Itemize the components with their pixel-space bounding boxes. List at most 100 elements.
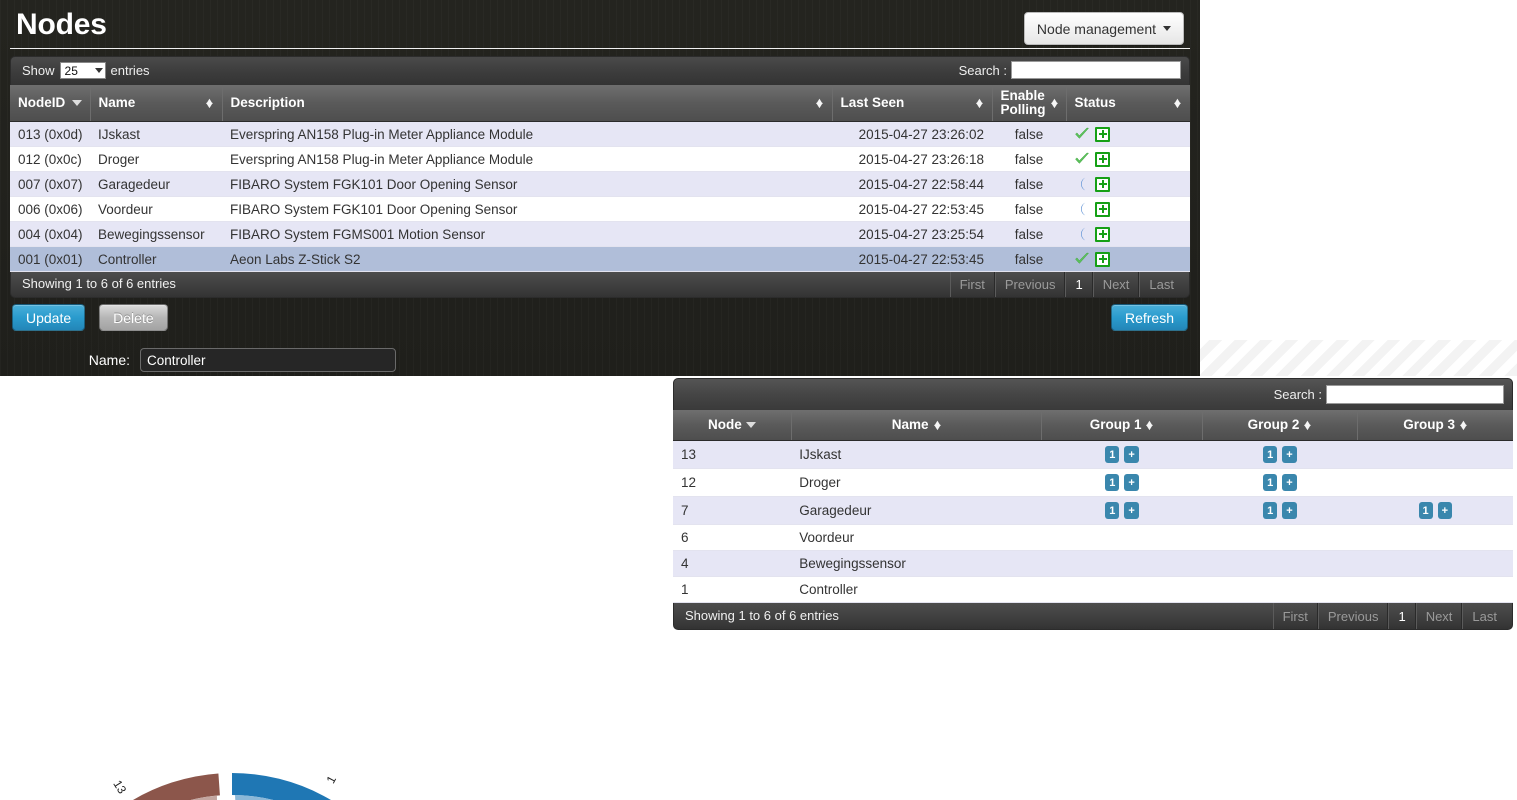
plus-icon[interactable] [1095, 251, 1110, 267]
pagination-1[interactable]: 1 [1388, 603, 1416, 629]
table-row[interactable]: 1 Controller [673, 576, 1513, 603]
association-count-badge[interactable]: 1 [1105, 474, 1120, 491]
sort-desc-icon [71, 100, 82, 106]
table-row[interactable]: 4 Bewegingssensor [673, 550, 1513, 577]
column-label: Name [98, 95, 136, 110]
group-1-badges: 1 + [1050, 502, 1194, 519]
cell-group-3 [1357, 576, 1513, 603]
sort-both-icon: ▲ ▼ [1302, 418, 1314, 432]
table-row[interactable]: 7 Garagedeur 1 +1 +1 + [673, 496, 1513, 525]
name-field[interactable] [140, 348, 396, 372]
chord-arc-13[interactable] [63, 773, 220, 800]
column-header-nodeid[interactable]: NodeID [10, 85, 91, 122]
add-association-badge[interactable]: + [1437, 502, 1453, 519]
plus-icon[interactable] [1095, 151, 1110, 167]
association-count-badge[interactable]: 1 [1263, 446, 1278, 463]
cell-nodeid: 012 (0x0c) [10, 146, 90, 172]
cell-enable-polling: false [992, 121, 1066, 147]
page-length-select[interactable]: 25 [59, 62, 106, 79]
pagination-next[interactable]: Next [1415, 603, 1463, 629]
sort-both-icon: ▲ ▼ [1171, 96, 1184, 110]
table-row[interactable]: 012 (0x0c) Droger Everspring AN158 Plug-in… [10, 146, 1190, 172]
sort-both-icon: ▲ ▼ [1048, 96, 1060, 110]
column-header-group-2[interactable]: Group 2 ▲ ▼ [1202, 410, 1359, 441]
column-label: Last Seen [840, 95, 905, 110]
associations-table-body: 13 IJskast 1 +1 +12 Droger 1 +1 +7 Garagedeur 1 +1 +… [673, 440, 1513, 603]
nodes-table-footer: Showing 1 to 6 of 6 entries First Previou… [10, 272, 1190, 298]
search-input[interactable] [1011, 61, 1181, 79]
table-row[interactable]: 004 (0x04) Bewegingssensor FIBARO System F… [10, 221, 1190, 247]
association-count-badge[interactable]: 1 [1105, 502, 1120, 519]
pagination-1[interactable]: 1 [1065, 272, 1093, 297]
table-row[interactable]: 12 Droger 1 +1 + [673, 468, 1513, 497]
cell-last-seen: 2015-04-27 23:26:02 [832, 121, 992, 147]
column-header-status[interactable]: Status ▲ ▼ [1066, 85, 1190, 122]
associations-table-info: Showing 1 to 6 of 6 entries [685, 608, 839, 623]
table-row[interactable]: 13 IJskast 1 +1 + [673, 440, 1513, 469]
plus-icon[interactable] [1095, 226, 1110, 242]
add-association-badge[interactable]: + [1282, 502, 1297, 519]
plus-icon[interactable] [1095, 176, 1110, 192]
column-header-node[interactable]: Node [673, 410, 792, 441]
sort-both-icon: ▲ ▼ [813, 96, 825, 110]
cell-enable-polling: false [992, 171, 1066, 197]
cell-group-2: 1 + [1202, 468, 1358, 497]
update-button[interactable]: Update [12, 304, 86, 331]
cell-node: 12 [673, 468, 792, 497]
table-row[interactable]: 006 (0x06) Voordeur FIBARO System FGK101 D… [10, 196, 1190, 222]
cell-name: Controller [90, 246, 222, 272]
add-association-badge[interactable]: + [1282, 474, 1297, 491]
column-header-enable-polling[interactable]: Enable Polling ▲ ▼ [992, 85, 1067, 122]
search-input[interactable] [1326, 385, 1504, 404]
table-row[interactable]: 6 Voordeur [673, 524, 1513, 551]
association-count-badge[interactable]: 1 [1105, 446, 1120, 463]
add-association-badge[interactable]: + [1124, 502, 1139, 519]
plus-icon[interactable] [1095, 126, 1110, 142]
column-label: Node [708, 417, 742, 432]
delete-button[interactable]: Delete [99, 304, 168, 331]
nodes-panel: Nodes Node management Show 25 entries Se… [0, 0, 1200, 376]
column-label: Group 2 [1247, 417, 1300, 432]
add-association-badge[interactable]: + [1124, 474, 1139, 491]
add-association-badge[interactable]: + [1124, 446, 1139, 463]
cell-status [1066, 196, 1190, 222]
associations-table-toolbar: Search : [673, 378, 1513, 410]
pagination-next[interactable]: Next [1092, 272, 1140, 297]
node-management-dropdown[interactable]: Node management [1023, 12, 1184, 45]
moon-icon [1081, 202, 1086, 216]
column-header-group-1[interactable]: Group 1 ▲ ▼ [1041, 410, 1203, 441]
cell-name: Controller [791, 576, 1042, 603]
table-row[interactable]: 007 (0x07) Garagedeur FIBARO System FGK101… [10, 171, 1190, 197]
table-row[interactable]: 001 (0x01) Controller Aeon Labs Z-Stick S2… [10, 246, 1190, 272]
column-header-description[interactable]: Description ▲ ▼ [222, 85, 833, 122]
column-header-group-3[interactable]: Group 3 ▲ ▼ [1357, 410, 1513, 441]
nodes-table-toolbar: Show 25 entries Search : [10, 56, 1190, 85]
column-header-last-seen[interactable]: Last Seen ▲ ▼ [832, 85, 993, 122]
pagination-first[interactable]: First [1272, 603, 1318, 629]
pagination-last[interactable]: Last [1462, 603, 1506, 629]
cell-group-2 [1202, 550, 1358, 577]
plus-icon[interactable] [1095, 201, 1110, 217]
add-association-badge[interactable]: + [1282, 446, 1297, 463]
pagination-previous[interactable]: Previous [994, 272, 1066, 297]
association-count-badge[interactable]: 1 [1263, 474, 1278, 491]
cell-description: Everspring AN158 Plug-in Meter Appliance… [222, 146, 832, 172]
title-divider [10, 48, 1190, 49]
refresh-button[interactable]: Refresh [1110, 304, 1188, 331]
association-count-badge[interactable]: 1 [1418, 502, 1433, 519]
column-header-name[interactable]: Name ▲ ▼ [90, 85, 223, 122]
cell-group-1: 1 + [1041, 496, 1203, 525]
pagination-last[interactable]: Last [1139, 272, 1183, 297]
pagination-previous[interactable]: Previous [1317, 603, 1389, 629]
table-row[interactable]: 013 (0x0d) IJskast Everspring AN158 Plug-i… [10, 121, 1190, 147]
chord-arc-1[interactable] [232, 773, 394, 800]
association-count-badge[interactable]: 1 [1263, 502, 1278, 519]
associations-search-filter: Search : [1274, 385, 1504, 404]
cell-name: IJskast [90, 121, 222, 147]
cell-group-1 [1041, 576, 1203, 603]
nodes-table: NodeID Name ▲ ▼ Description ▲ ▼ Last See… [10, 85, 1190, 272]
cell-group-3 [1357, 524, 1513, 551]
column-header-name[interactable]: Name ▲ ▼ [791, 410, 1043, 441]
chevron-down-icon [94, 68, 103, 73]
pagination-first[interactable]: First [949, 272, 995, 297]
